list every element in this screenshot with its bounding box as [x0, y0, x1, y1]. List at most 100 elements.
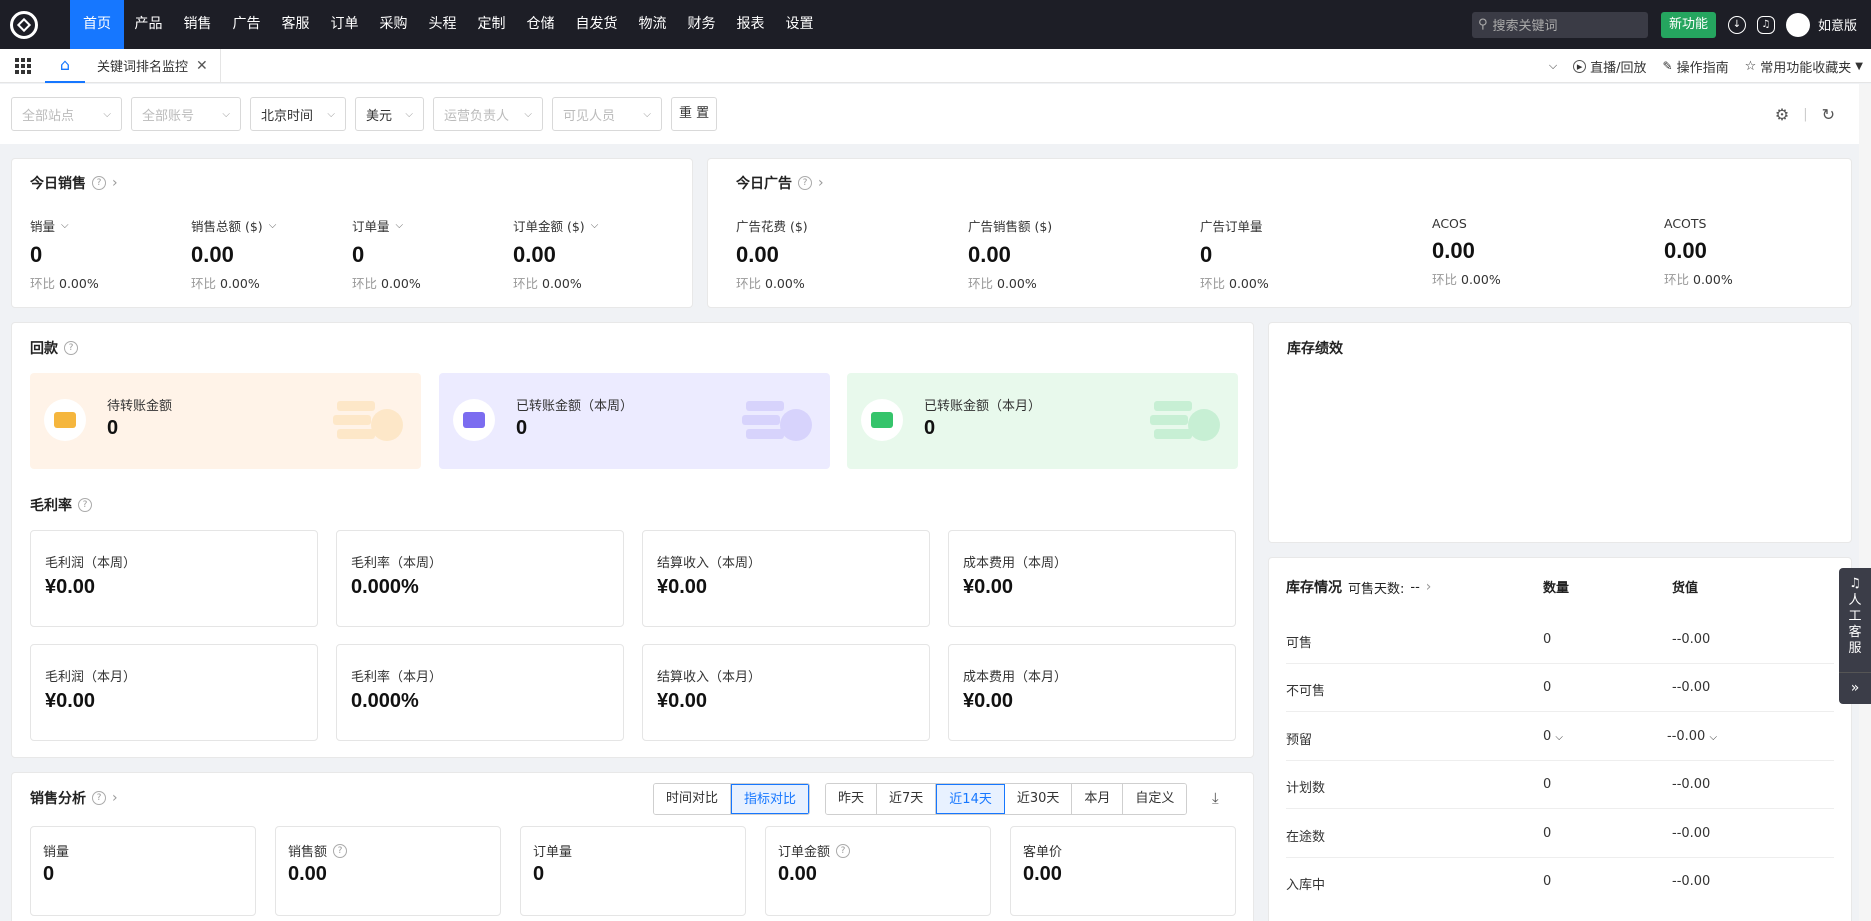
nav-item-service[interactable]: 客服 [271, 0, 320, 49]
user-name[interactable]: 如意版 [1818, 15, 1857, 34]
operator-select[interactable]: 运营负责人 ⌵ [433, 97, 543, 131]
nav-item-orders[interactable]: 订单 [320, 0, 369, 49]
date-range-toggle: 昨天 近7天 近14天 近30天 本月 自定义 [825, 783, 1188, 815]
nav-item-purchase[interactable]: 采购 [369, 0, 418, 49]
chevron-right-icon[interactable]: › [112, 175, 118, 191]
top-nav: 首页 产品 销售 广告 客服 订单 采购 头程 定制 仓储 自发货 物流 财务 … [0, 0, 1871, 49]
nav-item-product[interactable]: 产品 [124, 0, 173, 49]
chevron-down-icon: ⌵ [590, 220, 599, 231]
refresh-icon[interactable]: ↻ [1822, 105, 1835, 124]
coins-watermark-icon [333, 401, 403, 441]
main-menu: 首页 产品 销售 广告 客服 订单 采购 头程 定制 仓储 自发货 物流 财务 … [70, 0, 824, 49]
metric-ad-spend: 广告花费 ($) 0.00 环比 0.00% [736, 219, 808, 291]
metric-order-amount: 订单金额 ($) ⌵ 0.00 环比 0.00% [513, 219, 599, 291]
close-tab-icon[interactable]: ✕ [196, 58, 208, 74]
divider: | [1803, 106, 1808, 122]
nav-item-reports[interactable]: 报表 [726, 0, 775, 49]
apps-grid-icon[interactable] [15, 57, 31, 74]
help-icon[interactable]: ? [64, 341, 78, 355]
avatar[interactable] [1785, 12, 1810, 37]
help-icon[interactable]: ? [92, 176, 106, 190]
expand-icon[interactable]: » [1839, 672, 1871, 704]
range-yesterday[interactable]: 昨天 [826, 784, 878, 814]
help-icon[interactable]: ? [92, 791, 106, 805]
page-scrollbar[interactable] [1859, 84, 1871, 921]
headset-icon[interactable]: ♫ [1756, 15, 1775, 34]
tab-list-dropdown[interactable]: ⌵ [1549, 59, 1557, 73]
nav-item-custom[interactable]: 定制 [467, 0, 516, 49]
chevron-down-icon: ⌵ [643, 108, 651, 120]
settlement-income-week: 结算收入（本周） ¥0.00 [642, 530, 930, 627]
tab-keyword-rank[interactable]: 关键词排名监控 ✕ [85, 48, 221, 83]
metric-sales-total: 销售总额 ($) ⌵ 0.00 环比 0.00% [191, 219, 277, 291]
range-7d[interactable]: 近7天 [877, 784, 937, 814]
nav-item-finance[interactable]: 财务 [677, 0, 726, 49]
customer-service-float[interactable]: ♫ 人工客服 » [1839, 568, 1871, 704]
nav-item-home[interactable]: 首页 [70, 0, 124, 49]
gear-icon[interactable]: ⚙ [1775, 105, 1789, 124]
guide-link[interactable]: ✎ 操作指南 [1663, 57, 1729, 76]
chevron-down-icon: ⌵ [103, 108, 111, 120]
site-select[interactable]: 全部站点 ⌵ [11, 97, 122, 131]
chevron-down-icon: ⌵ [1548, 59, 1558, 72]
nav-item-logistics[interactable]: 物流 [628, 0, 677, 49]
chevron-right-icon[interactable]: › [1426, 579, 1432, 595]
range-30d[interactable]: 近30天 [1004, 784, 1073, 814]
chevron-right-icon[interactable]: › [112, 790, 118, 806]
account-select[interactable]: 全部账号 ⌵ [131, 97, 241, 131]
nav-item-sales[interactable]: 销售 [173, 0, 222, 49]
currency-select[interactable]: 美元 ⌵ [355, 97, 424, 131]
logo[interactable] [0, 0, 48, 49]
help-icon[interactable]: ? [836, 843, 851, 858]
visible-users-select[interactable]: 可见人员 ⌵ [552, 97, 662, 131]
metric-ad-orders: 广告订单量 0 环比 0.00% [1200, 219, 1269, 291]
search-icon: ⚲ [1477, 17, 1488, 32]
favorites-dropdown[interactable]: ☆ 常用功能收藏夹 ▼ [1745, 57, 1863, 76]
help-icon[interactable]: ? [798, 176, 812, 190]
nav-item-warehouse[interactable]: 仓储 [516, 0, 565, 49]
play-icon: ▸ [1573, 59, 1587, 73]
help-icon[interactable]: ? [78, 498, 92, 512]
chevron-right-icon[interactable]: › [818, 175, 824, 191]
inv-row-planned: 计划数 0 --0.00 [1286, 761, 1834, 809]
col-value-header: 货值 [1672, 581, 1699, 596]
cost-expense-month: 成本费用（本月） ¥0.00 [948, 644, 1236, 741]
home-tab[interactable]: ⌂ [45, 49, 85, 83]
range-custom[interactable]: 自定义 [1123, 784, 1187, 814]
new-feature-button[interactable]: 新功能 [1660, 11, 1716, 38]
inv-row-reserved: 预留 0 ⌵ --0.00 ⌵ [1286, 713, 1834, 761]
metric-compare-button[interactable]: 指标对比 [731, 784, 810, 814]
time-compare-button[interactable]: 时间对比 [654, 784, 732, 814]
chevron-down-icon: ⌵ [405, 108, 413, 120]
metric-ad-sales: 广告销售额 ($) 0.00 环比 0.00% [968, 219, 1053, 291]
nav-item-selfship[interactable]: 自发货 [565, 0, 628, 49]
download-icon[interactable]: ↓ [1727, 15, 1746, 34]
range-14d[interactable]: 近14天 [936, 784, 1005, 814]
help-icon[interactable]: ? [333, 843, 348, 858]
analysis-order-qty: 订单量 0 [520, 826, 746, 916]
nav-item-firstleg[interactable]: 头程 [418, 0, 467, 49]
nav-item-ads[interactable]: 广告 [222, 0, 271, 49]
sales-analysis-card: 销售分析? › 时间对比 指标对比 昨天 近7天 近14天 近30天 本月 自定义… [11, 772, 1254, 921]
gross-profit-week: 毛利润（本周） ¥0.00 [30, 530, 318, 627]
nav-item-settings[interactable]: 设置 [775, 0, 824, 49]
search-input[interactable]: ⚲ 搜索关键词 [1471, 11, 1648, 38]
inventory-header: 库存情况 可售天数: -- › [1286, 579, 1432, 597]
gross-profit-month: 毛利润（本月） ¥0.00 [30, 644, 318, 741]
refund-month-box: 已转账金额（本月） 0 [847, 373, 1238, 469]
reset-button[interactable]: 重 置 [671, 97, 718, 131]
logo-icon [10, 10, 38, 39]
refund-gross-card: 回款? 待转账金额 0 已转账金额（本周） 0 已转账金额（本月） 0 毛利率?… [11, 322, 1254, 758]
coins-icon [44, 399, 86, 441]
download-icon[interactable]: ⤓ [1212, 789, 1219, 807]
metric-acos: ACOS 0.00 环比 0.00% [1432, 216, 1501, 287]
chevron-down-icon: ⌵ [61, 220, 69, 231]
coins-watermark-icon [742, 401, 812, 441]
timezone-select[interactable]: 北京时间 ⌵ [250, 97, 346, 131]
gross-margin-week: 毛利率（本周） 0.000% [336, 530, 624, 627]
chevron-down-icon: ⌵ [222, 108, 230, 120]
metric-order-qty: 订单量 ⌵ 0 环比 0.00% [352, 219, 421, 291]
live-replay-link[interactable]: ▸ 直播/回放 [1573, 57, 1647, 76]
range-month[interactable]: 本月 [1072, 784, 1124, 814]
coins-watermark-icon [1150, 401, 1220, 441]
